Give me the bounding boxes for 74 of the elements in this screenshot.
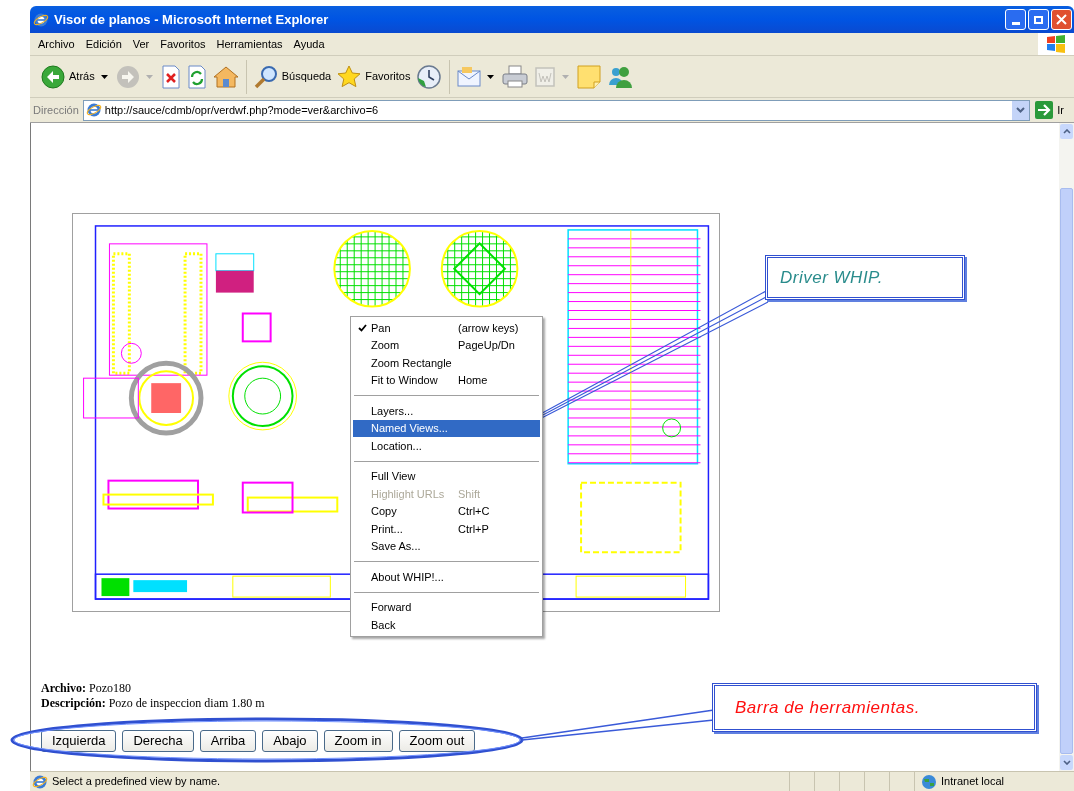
menu-item[interactable]: Favoritos xyxy=(155,35,211,53)
status-text: Select a predefined view by name. xyxy=(52,774,221,790)
menu-item[interactable]: Pan (arrow keys) xyxy=(353,319,540,337)
chevron-down-icon xyxy=(1016,107,1026,113)
stop-icon[interactable] xyxy=(160,64,181,89)
windows-logo-icon xyxy=(1046,35,1066,53)
globe-icon xyxy=(921,773,937,790)
address-field[interactable]: http://sauce/cdmb/opr/verdwf.php?mode=ver&archivo=6 xyxy=(82,99,1031,121)
minimize-button[interactable] xyxy=(1005,9,1026,30)
close-button[interactable] xyxy=(1051,9,1072,30)
shortcut-text: Home xyxy=(458,373,488,388)
scroll-down-icon[interactable] xyxy=(1062,760,1071,765)
go-arrow-icon xyxy=(1035,101,1054,119)
menu-item[interactable]: Named Views... xyxy=(353,419,540,437)
scroll-up-icon[interactable] xyxy=(1062,129,1071,134)
go-button[interactable]: Ir xyxy=(1035,101,1072,119)
menu-item[interactable]: Zoom Rectangle xyxy=(353,354,540,372)
menu-item[interactable]: Save As... xyxy=(353,537,540,555)
menu-item[interactable]: Copy Ctrl+C xyxy=(353,502,540,520)
scrollbar[interactable] xyxy=(1059,123,1074,771)
mail-icon[interactable] xyxy=(457,64,482,89)
address-label: Dirección xyxy=(33,102,79,118)
zone-text: Intranet local xyxy=(941,774,1004,790)
nav-button[interactable]: Arriba xyxy=(199,730,257,752)
menu-item[interactable]: Ver xyxy=(127,35,155,53)
printer-icon[interactable] xyxy=(502,64,529,89)
menu-item[interactable]: Edición xyxy=(80,35,127,53)
caret-icon[interactable] xyxy=(487,74,495,79)
nav-button[interactable]: Abajo xyxy=(262,730,318,752)
menu-item[interactable]: Layers... xyxy=(353,402,540,420)
menu-item[interactable]: Fit to Window Home xyxy=(353,371,540,389)
field-value: Pozo180 xyxy=(89,681,132,696)
menu-item[interactable]: Full View xyxy=(353,467,540,485)
menu-item[interactable]: Archivo xyxy=(33,35,80,53)
nav-button[interactable]: Derecha xyxy=(122,730,194,752)
shortcut-text: PageUp/Dn xyxy=(458,338,515,353)
menu-item[interactable]: Herramientas xyxy=(211,35,288,53)
field-label: Descripción: xyxy=(41,696,106,711)
star-icon[interactable] xyxy=(337,64,362,89)
menu-item[interactable]: About WHIP!... xyxy=(353,568,540,586)
menu-item[interactable]: Zoom PageUp/Dn xyxy=(353,336,540,354)
nav-button[interactable]: Zoom out xyxy=(398,730,476,752)
caret-icon[interactable] xyxy=(100,74,108,79)
shortcut-text: (arrow keys) xyxy=(458,320,519,336)
shortcut-text: Ctrl+P xyxy=(458,521,489,537)
callout-text: Driver WHIP. xyxy=(780,266,883,289)
window-title: Visor de planos - Microsoft Internet Explorer xyxy=(54,10,329,29)
ie-icon xyxy=(85,102,102,118)
url-text: http://sauce/cdmb/opr/verdwf.php?mode=ver&archivo=6 xyxy=(104,102,379,118)
home-icon[interactable] xyxy=(212,64,239,89)
field-label: Archivo: xyxy=(41,681,87,696)
shortcut-text: Ctrl+C xyxy=(458,504,490,519)
dropdown-button[interactable] xyxy=(1012,100,1030,120)
nav-button[interactable]: Zoom in xyxy=(323,730,393,752)
refresh-icon[interactable] xyxy=(186,64,207,89)
toolbar-label[interactable]: Búsqueda xyxy=(281,68,332,85)
search-icon[interactable] xyxy=(253,64,278,89)
restore-button[interactable] xyxy=(1028,9,1049,30)
callout-text: Barra de herramientas. xyxy=(735,696,920,719)
menu-item[interactable]: Forward xyxy=(353,598,540,616)
ie-icon xyxy=(32,773,48,790)
menu-item[interactable]: Ayuda xyxy=(288,35,330,53)
history-icon[interactable] xyxy=(416,63,443,90)
toolbar-label[interactable]: Favoritos xyxy=(365,68,411,85)
menu-item[interactable]: Location... xyxy=(353,437,540,455)
shortcut-text: Shift xyxy=(458,486,480,502)
menu-item[interactable]: Print... Ctrl+P xyxy=(353,520,540,538)
toolbar-label[interactable]: Atrás xyxy=(69,68,95,85)
menu-item[interactable]: Back xyxy=(353,616,540,634)
field-value: Pozo de inspeccion diam 1.80 m xyxy=(108,696,265,711)
ie-icon xyxy=(33,11,49,28)
people-icon[interactable] xyxy=(607,64,634,89)
close-icon xyxy=(1056,14,1067,25)
nav-button[interactable]: Izquierda xyxy=(41,730,117,752)
